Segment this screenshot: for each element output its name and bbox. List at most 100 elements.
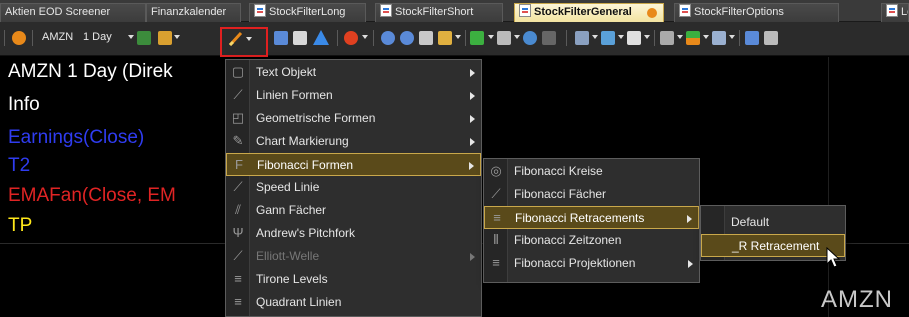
drawing-menu-item-7[interactable]: Ψ Andrew's Pitchfork bbox=[226, 222, 481, 245]
menu-item-label: Andrew's Pitchfork bbox=[256, 226, 355, 240]
document-icon bbox=[254, 4, 266, 17]
layout-dropdown-arrow-icon[interactable] bbox=[729, 35, 735, 39]
indicator-icon[interactable] bbox=[137, 31, 151, 45]
drawing-menu-item-5[interactable]: ⟋ Speed Linie bbox=[226, 176, 481, 199]
fibonacci-fan-icon: ⟋ bbox=[491, 186, 501, 201]
toolbar-separator bbox=[566, 30, 567, 46]
zoom-out-icon[interactable] bbox=[400, 31, 414, 45]
fibonacci-projections-icon: ≡ bbox=[492, 255, 500, 270]
menu-item-label: Quadrant Linien bbox=[256, 295, 342, 309]
tab-stockfiltershort[interactable]: StockFilterShort bbox=[375, 3, 503, 22]
bar-style-icon[interactable] bbox=[293, 31, 307, 45]
tab-finanzkalender[interactable]: Finanzkalender bbox=[146, 3, 241, 22]
drawing-menu-item-4[interactable]: F Fibonacci Formen bbox=[226, 153, 481, 176]
interval-selector[interactable]: 1 Day bbox=[83, 31, 112, 43]
fibonacci-menu-item-4[interactable]: ≡ Fibonacci Projektionen bbox=[484, 252, 699, 275]
link-color-icon[interactable] bbox=[12, 31, 26, 45]
bars-dropdown-arrow-icon[interactable] bbox=[592, 35, 598, 39]
data-window-icon[interactable] bbox=[497, 31, 511, 45]
fibonacci-menu-item-0[interactable]: ◎ Fibonacci Kreise bbox=[484, 160, 699, 183]
color-bars-icon[interactable] bbox=[686, 31, 700, 45]
data-window-dropdown-arrow-icon[interactable] bbox=[514, 35, 520, 39]
chart-gridline-vertical bbox=[828, 57, 829, 317]
interval-dropdown-arrow-icon[interactable] bbox=[128, 35, 134, 39]
alert-icon[interactable] bbox=[344, 31, 358, 45]
tab-label: StockFilterLong bbox=[269, 6, 346, 18]
menu-item-label: Speed Linie bbox=[256, 180, 320, 194]
fibonacci-menu-item-3[interactable]: ⦀ Fibonacci Zeitzonen bbox=[484, 229, 699, 252]
study-dropdown-arrow-icon[interactable] bbox=[174, 35, 180, 39]
fibonacci-menu-item-2[interactable]: ≡ Fibonacci Retracements bbox=[484, 206, 699, 229]
area-dropdown-arrow-icon[interactable] bbox=[618, 35, 624, 39]
document-icon bbox=[886, 4, 898, 17]
area-icon[interactable] bbox=[601, 31, 615, 45]
symbol-watermark: AMZN bbox=[821, 286, 893, 313]
tab-label: Lo bbox=[901, 6, 908, 18]
toolbar-separator bbox=[373, 30, 374, 46]
tab-lo[interactable]: Lo bbox=[881, 3, 909, 22]
fibonacci-menu-item-1[interactable]: ⟋ Fibonacci Fächer bbox=[484, 183, 699, 206]
crosshair-icon[interactable] bbox=[438, 31, 452, 45]
edit-icon[interactable] bbox=[745, 31, 759, 45]
retracement-menu-item-1[interactable]: _R Retracement bbox=[701, 234, 845, 257]
table-dropdown-arrow-icon[interactable] bbox=[677, 35, 683, 39]
menu-item-label: Text Objekt bbox=[256, 65, 317, 79]
tab-label: Aktien EOD Screener bbox=[5, 6, 111, 18]
menu-item-label: Linien Formen bbox=[256, 88, 333, 102]
bars-icon[interactable] bbox=[575, 31, 589, 45]
elliott-wave-icon: ⟋ bbox=[233, 248, 243, 263]
grid-icon[interactable] bbox=[542, 31, 556, 45]
toolbar-separator bbox=[32, 30, 33, 46]
scroll-icon[interactable] bbox=[470, 31, 484, 45]
link-icon[interactable] bbox=[764, 31, 778, 45]
triangle-shape-icon[interactable] bbox=[313, 30, 329, 45]
drawing-menu-item-9[interactable]: ≡ Tirone Levels bbox=[226, 268, 481, 291]
crosshair-dropdown-arrow-icon[interactable] bbox=[455, 35, 461, 39]
tab-stockfilterlong[interactable]: StockFilterLong bbox=[249, 3, 366, 22]
text-object-icon: ▢ bbox=[231, 64, 245, 79]
drawing-menu-item-1[interactable]: ⟋ Linien Formen bbox=[226, 84, 481, 107]
mouse-cursor-icon bbox=[826, 247, 841, 268]
retracement-template-submenu: Default _R Retracement bbox=[700, 205, 846, 261]
zoom-in-icon[interactable] bbox=[381, 31, 395, 45]
fibonacci-submenu: ◎ Fibonacci Kreise ⟋ Fibonacci Fächer ≡ Fibon… bbox=[483, 158, 700, 283]
drawing-menu-item-6[interactable]: ⫽ Gann Fächer bbox=[226, 199, 481, 222]
tab-stockfiltergeneral[interactable]: StockFilterGeneral bbox=[514, 3, 664, 22]
geometric-shapes-icon: ◰ bbox=[231, 110, 245, 125]
document-icon bbox=[679, 4, 691, 17]
tab-pin-icon[interactable] bbox=[647, 8, 657, 18]
tab-aktien-eod-screener[interactable]: Aktien EOD Screener bbox=[0, 3, 146, 22]
chart-legend-tp: TP bbox=[8, 215, 33, 236]
drawing-menu-item-3[interactable]: ✎ Chart Markierung bbox=[226, 130, 481, 153]
menu-item-label: Gann Fächer bbox=[256, 203, 327, 217]
page-icon[interactable] bbox=[627, 31, 641, 45]
tab-label: StockFilterShort bbox=[395, 6, 474, 18]
color-bars-dropdown-arrow-icon[interactable] bbox=[703, 35, 709, 39]
time-icon[interactable] bbox=[523, 31, 537, 45]
drawing-menu-item-0[interactable]: ▢ Text Objekt bbox=[226, 61, 481, 84]
quadrant-lines-icon: ≡ bbox=[234, 294, 242, 309]
tab-stockfilteroptions[interactable]: StockFilterOptions bbox=[674, 3, 839, 22]
menu-item-label: Fibonacci Retracements bbox=[515, 211, 645, 225]
alert-dropdown-arrow-icon[interactable] bbox=[362, 35, 368, 39]
symbol-selector[interactable]: AMZN bbox=[42, 31, 73, 43]
highlight-frame bbox=[220, 27, 268, 57]
menu-item-label: Fibonacci Zeitzonen bbox=[514, 233, 622, 247]
menu-item-label: Chart Markierung bbox=[256, 134, 349, 148]
chart-type-icon[interactable] bbox=[274, 31, 288, 45]
pan-icon[interactable] bbox=[419, 31, 433, 45]
page-dropdown-arrow-icon[interactable] bbox=[644, 35, 650, 39]
tab-label: StockFilterGeneral bbox=[534, 6, 632, 18]
menu-item-label: Fibonacci Fächer bbox=[514, 187, 607, 201]
scroll-dropdown-arrow-icon[interactable] bbox=[488, 35, 494, 39]
chart-marker-icon: ✎ bbox=[232, 133, 244, 148]
menu-item-label: Geometrische Formen bbox=[256, 111, 376, 125]
drawing-menu-item-10[interactable]: ≡ Quadrant Linien bbox=[226, 291, 481, 314]
retracement-menu-item-0[interactable]: Default bbox=[701, 211, 845, 234]
drawing-menu-item-2[interactable]: ◰ Geometrische Formen bbox=[226, 107, 481, 130]
study-icon[interactable] bbox=[158, 31, 172, 45]
tab-bar: Aktien EOD Screener Finanzkalender Stock… bbox=[0, 0, 909, 22]
line-shapes-icon: ⟋ bbox=[233, 87, 243, 102]
layout-icon[interactable] bbox=[712, 31, 726, 45]
table-icon[interactable] bbox=[660, 31, 674, 45]
